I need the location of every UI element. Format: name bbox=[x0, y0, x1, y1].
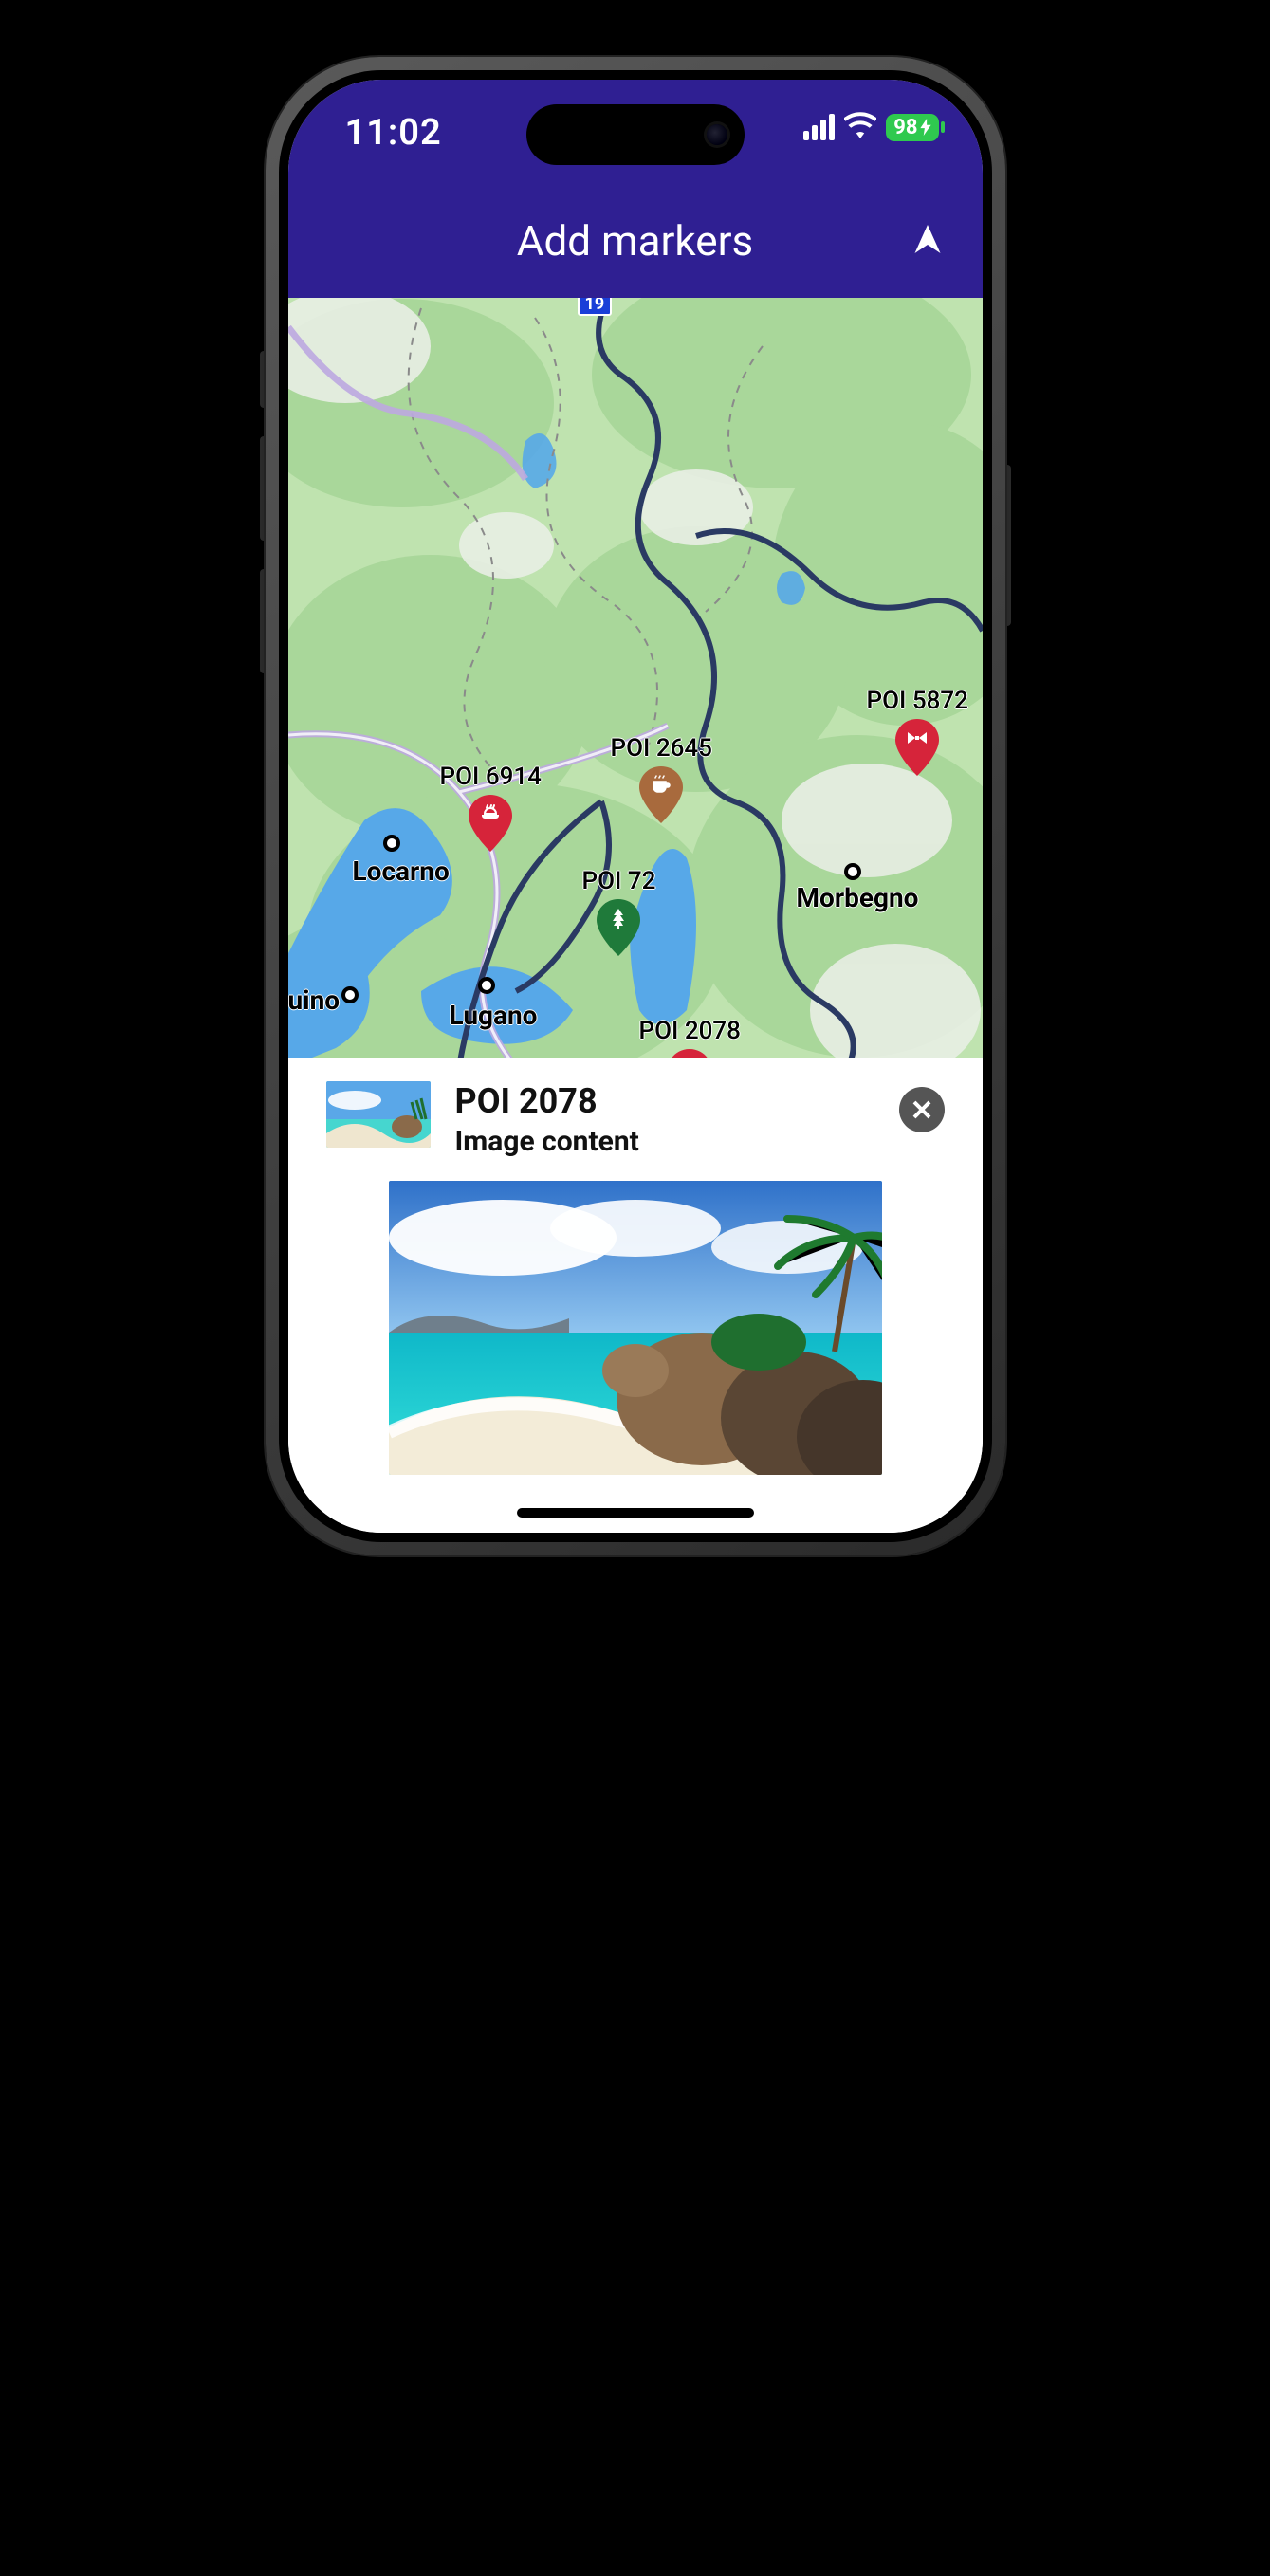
city-label-morbegno: Morbegno bbox=[797, 882, 919, 913]
marker-label: POI 2645 bbox=[611, 734, 712, 763]
status-time: 11:02 bbox=[345, 112, 442, 154]
map-marker[interactable]: POI 6914 bbox=[440, 763, 542, 852]
map-marker[interactable]: POI 5872 bbox=[867, 687, 968, 776]
marker-pin bbox=[469, 795, 512, 852]
marker-label: POI 6914 bbox=[440, 763, 542, 791]
phone-frame: 11:02 98 bbox=[266, 57, 1005, 1555]
coffee-icon bbox=[650, 774, 672, 797]
map-canvas[interactable]: 19 Locarno Lugano Morbegno uino bbox=[288, 298, 983, 1058]
tree-icon bbox=[607, 907, 630, 929]
detail-thumbnail bbox=[326, 1081, 431, 1148]
marker-pin bbox=[895, 719, 939, 776]
battery-indicator: 98 bbox=[886, 114, 938, 141]
city-dot-luino bbox=[341, 986, 359, 1003]
camera-dot bbox=[707, 124, 727, 145]
wifi-icon bbox=[844, 112, 876, 142]
cellular-icon bbox=[803, 114, 835, 140]
home-indicator[interactable] bbox=[517, 1508, 754, 1518]
battery-percent: 98 bbox=[893, 116, 917, 139]
city-dot-locarno bbox=[383, 835, 400, 852]
page-title: Add markers bbox=[517, 216, 754, 266]
marker-detail-sheet: POI 2078 Image content bbox=[288, 1058, 983, 1533]
app-header: Add markers bbox=[288, 184, 983, 298]
map-marker[interactable]: POI 2078 bbox=[639, 1017, 741, 1058]
marker-label: POI 2078 bbox=[639, 1017, 741, 1045]
marker-pin bbox=[597, 899, 640, 956]
map-marker[interactable]: POI 72 bbox=[582, 867, 656, 956]
close-icon bbox=[914, 1102, 929, 1117]
route-badge: 19 bbox=[578, 298, 613, 316]
marker-label: POI 72 bbox=[582, 867, 656, 895]
marker-pin bbox=[639, 766, 683, 823]
locate-button[interactable] bbox=[911, 222, 945, 260]
city-label-locarno: Locarno bbox=[353, 856, 450, 887]
food-icon bbox=[479, 802, 502, 825]
detail-title: POI 2078 bbox=[455, 1081, 874, 1121]
city-dot-morbegno bbox=[844, 863, 861, 880]
marker-pin bbox=[668, 1049, 711, 1058]
city-dot-lugano bbox=[478, 977, 495, 994]
marker-label: POI 5872 bbox=[867, 687, 968, 715]
dynamic-island bbox=[526, 104, 745, 165]
detail-subtitle: Image content bbox=[455, 1125, 874, 1158]
map-marker[interactable]: POI 2645 bbox=[611, 734, 712, 823]
city-label-lugano: Lugano bbox=[450, 1000, 538, 1031]
bowtie-icon bbox=[906, 727, 929, 749]
close-button[interactable] bbox=[899, 1087, 945, 1132]
detail-image bbox=[389, 1181, 882, 1475]
city-label-luino: uino bbox=[288, 984, 341, 1016]
